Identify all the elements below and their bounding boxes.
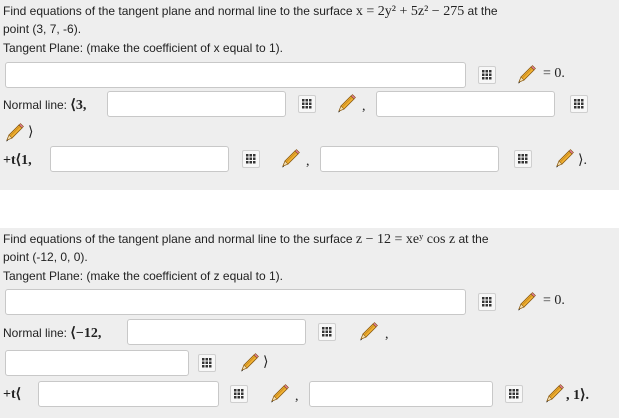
normal-open: ⟨3, <box>70 98 87 113</box>
tangent-plane-label: Tangent Plane: (make the coefficient of … <box>3 41 283 55</box>
prompt-text: Find equations of the tangent plane and … <box>3 4 356 18</box>
normal-line-label: Normal line: ⟨3, <box>3 97 86 114</box>
direction-open: +t⟨ <box>3 387 22 402</box>
tangent-equals-zero: = 0. <box>543 293 565 308</box>
comma: , <box>385 327 389 342</box>
grid-icon[interactable] <box>505 385 523 403</box>
pencil-icon[interactable] <box>357 321 379 343</box>
pencil-icon[interactable] <box>238 352 260 374</box>
problem-2-point: point (-12, 0, 0). <box>3 250 88 264</box>
grid-icon[interactable] <box>230 385 248 403</box>
tangent-plane-label: Tangent Plane: (make the coefficient of … <box>3 269 283 283</box>
pencil-icon[interactable] <box>515 291 537 313</box>
grid-icon[interactable] <box>570 95 588 113</box>
normal-open: ⟨−12, <box>70 326 102 341</box>
prompt-text-end: at the <box>464 4 498 18</box>
grid-icon[interactable] <box>478 293 496 311</box>
normal-line-y-input[interactable] <box>107 91 286 117</box>
tangent-equals-zero: = 0. <box>543 66 565 81</box>
tangent-plane-input[interactable] <box>5 289 466 315</box>
pencil-icon[interactable] <box>543 383 565 405</box>
tangent-plane-input[interactable] <box>5 62 466 88</box>
grid-icon[interactable] <box>198 354 216 372</box>
normal-line-z-input[interactable] <box>5 350 189 376</box>
normal-line-z-input[interactable] <box>376 91 555 117</box>
problem-2-panel: Find equations of the tangent plane and … <box>0 228 619 418</box>
close-angle: ⟩ <box>28 125 34 140</box>
grid-icon[interactable] <box>514 150 532 168</box>
normal-line-y-input[interactable] <box>127 319 306 345</box>
close-angle: ⟩ <box>263 355 269 370</box>
direction-y-input[interactable] <box>309 381 493 407</box>
problem-2-prompt: Find equations of the tangent plane and … <box>3 231 489 248</box>
direction-x-input[interactable] <box>38 381 219 407</box>
comma: , <box>362 99 366 114</box>
normal-line-label: Normal line: ⟨−12, <box>3 325 101 342</box>
grid-icon[interactable] <box>318 323 336 341</box>
problem-1-prompt: Find equations of the tangent plane and … <box>3 3 498 20</box>
problem-1-panel: Find equations of the tangent plane and … <box>0 0 619 190</box>
surface-equation: x = 2y² + 5z² − 275 <box>355 4 465 19</box>
direction-close: , 1⟩. <box>566 388 589 403</box>
problem-1-point: point (3, 7, -6). <box>3 22 82 36</box>
pencil-icon[interactable] <box>3 122 25 144</box>
direction-close: ⟩. <box>578 153 587 168</box>
direction-y-input[interactable] <box>50 146 229 172</box>
comma: , <box>295 389 299 404</box>
pencil-icon[interactable] <box>268 383 290 405</box>
direction-z-input[interactable] <box>320 146 499 172</box>
pencil-icon[interactable] <box>279 148 301 170</box>
pencil-icon[interactable] <box>553 148 575 170</box>
comma: , <box>306 154 310 169</box>
prompt-text-end: at the <box>455 232 489 246</box>
grid-icon[interactable] <box>298 95 316 113</box>
normal-line-text: Normal line: <box>3 326 68 340</box>
grid-icon[interactable] <box>478 66 496 84</box>
normal-line-text: Normal line: <box>3 98 68 112</box>
pencil-icon[interactable] <box>515 64 537 86</box>
grid-icon[interactable] <box>242 150 260 168</box>
prompt-text: Find equations of the tangent plane and … <box>3 232 356 246</box>
surface-equation: z − 12 = xeʸ cos z <box>355 232 456 247</box>
pencil-icon[interactable] <box>335 93 357 115</box>
direction-open: +t⟨1, <box>3 153 32 168</box>
